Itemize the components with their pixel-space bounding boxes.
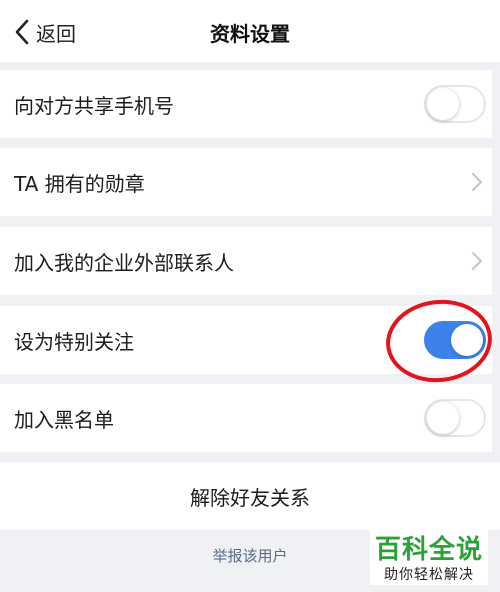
- setting-row-medals[interactable]: TA 拥有的勋章: [0, 148, 492, 216]
- setting-label-medals: TA 拥有的勋章: [14, 171, 145, 196]
- navigation-bar: 返回 资料设置: [0, 0, 500, 62]
- chevron-right-icon: [472, 252, 482, 270]
- toggle-knob: [427, 402, 459, 434]
- setting-label-enterprise-contact: 加入我的企业外部联系人: [14, 250, 234, 275]
- blacklist-toggle[interactable]: [424, 399, 486, 437]
- setting-row-enterprise-contact[interactable]: 加入我的企业外部联系人: [0, 227, 492, 295]
- setting-row-share-phone[interactable]: 向对方共享手机号: [0, 70, 492, 138]
- watermark-title: 百科全说: [374, 535, 483, 565]
- setting-label-special-follow: 设为特别关注: [14, 329, 134, 354]
- share-phone-toggle[interactable]: [424, 85, 486, 123]
- chevron-right-icon: [472, 173, 482, 191]
- page-title: 资料设置: [210, 22, 290, 46]
- remove-friend-button[interactable]: 解除好友关系: [0, 462, 500, 530]
- watermark-subtitle: 助你轻松解决: [384, 567, 474, 583]
- setting-row-blacklist[interactable]: 加入黑名单: [0, 384, 492, 452]
- setting-label-blacklist: 加入黑名单: [14, 407, 114, 432]
- toggle-knob: [427, 88, 459, 120]
- setting-label-share-phone: 向对方共享手机号: [14, 93, 174, 118]
- watermark-logo: 百科全说 助你轻松解决: [370, 527, 488, 585]
- remove-friend-label: 解除好友关系: [190, 485, 310, 510]
